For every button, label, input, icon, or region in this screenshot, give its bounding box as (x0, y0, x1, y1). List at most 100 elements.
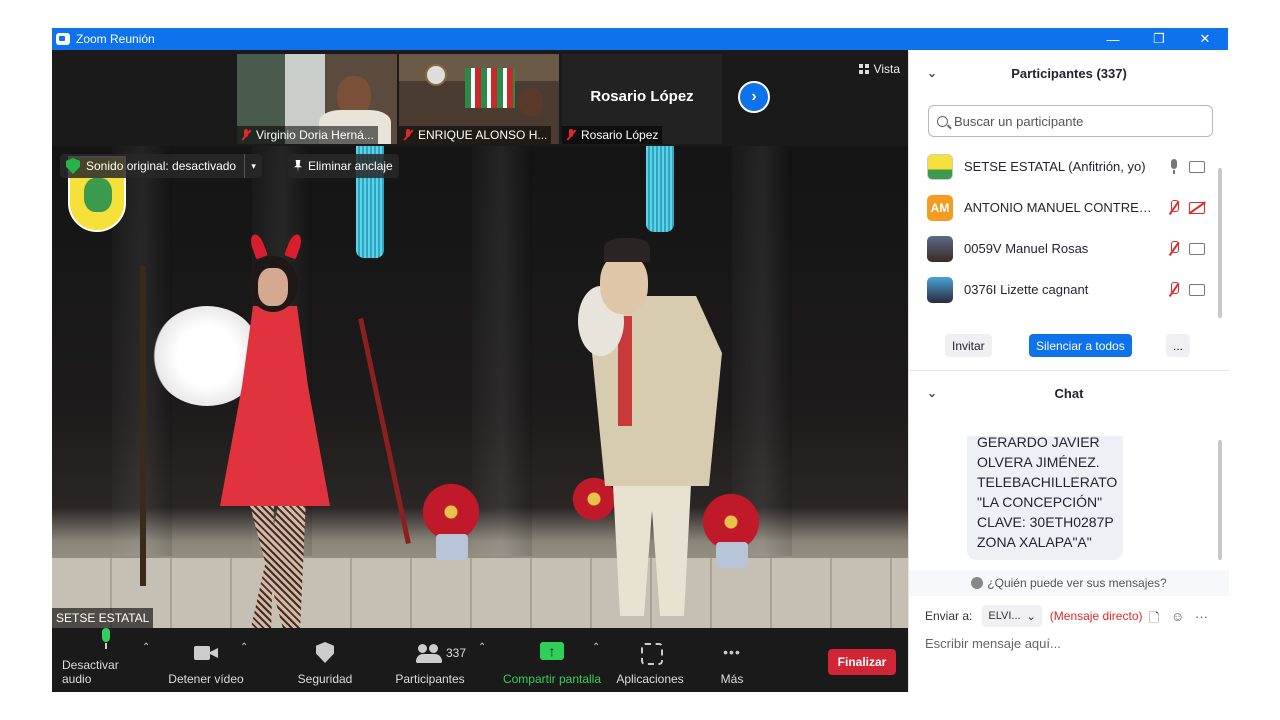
security-button[interactable]: Seguridad (292, 628, 358, 692)
grid-icon (858, 64, 869, 74)
participant-name: SETSE ESTATAL (Anfitrión, yo) (964, 159, 1146, 174)
participant-name: Rosario López (581, 128, 659, 142)
file-icon[interactable]: 🗋 (1149, 609, 1159, 631)
participant-name: 0059V Manuel Rosas (964, 241, 1089, 256)
participant-row[interactable]: SETSE ESTATAL (Anfitrión, yo) (909, 146, 1219, 187)
pin-icon (294, 160, 302, 172)
poinsettia-plant (416, 482, 486, 542)
avatar (927, 276, 953, 303)
recipient-select[interactable]: ELVI... ⌄ (982, 605, 1042, 627)
minimize-icon[interactable]: — (1090, 28, 1136, 50)
participant-display-name: Rosario López (590, 88, 694, 105)
avatar (927, 235, 953, 262)
video-camera-icon[interactable] (1189, 161, 1205, 173)
unpin-label: Eliminar anclaje (308, 159, 393, 173)
participants-button[interactable]: Participantes (392, 628, 468, 692)
participant-row[interactable]: AM ANTONIO MANUEL CONTRER... (909, 187, 1219, 228)
participant-name-bar: ENRIQUE ALONSO H... (399, 126, 552, 144)
security-check-icon (66, 158, 80, 174)
tinsel-decoration (646, 146, 674, 232)
chat-message-bubble: GERARDO JAVIER OLVERA JIMÉNEZ. TELEBACHI… (967, 436, 1123, 560)
mute-all-button[interactable]: Silenciar a todos (1029, 334, 1132, 357)
participants-title: Participantes (337) (1011, 65, 1127, 81)
search-icon (937, 115, 948, 127)
gallery-strip: Virginio Doria Herná... ENRIQUE ALONSO H… (52, 50, 908, 145)
meeting-stage: Virginio Doria Herná... ENRIQUE ALONSO H… (52, 50, 908, 692)
participant-row[interactable]: 0059V Manuel Rosas (909, 228, 1219, 269)
participant-row[interactable]: 0376I Lizette cagnant (909, 269, 1219, 310)
participant-tile[interactable]: ENRIQUE ALONSO H... (399, 54, 559, 144)
unpin-button[interactable]: Eliminar anclaje (288, 154, 399, 178)
chat-messages: GERARDO JAVIER OLVERA JIMÉNEZ. TELEBACHI… (909, 436, 1229, 571)
participants-more-button[interactable]: ... (1166, 334, 1190, 357)
audio-options-caret-icon[interactable]: ⌃ (142, 642, 150, 653)
toolbar-label: Desactivar audio (62, 658, 119, 686)
chevron-down-icon[interactable]: ▾ (244, 154, 262, 178)
window-title: Zoom Reunión (76, 32, 155, 46)
participant-tile[interactable]: Virginio Doria Herná... (237, 54, 397, 144)
meeting-toolbar: Desactivar audio ⌃ Detener vídeo ⌃ Segur… (52, 628, 908, 692)
participant-count: 337 (446, 646, 467, 660)
chevron-down-icon[interactable]: ⌄ (927, 66, 937, 80)
toolbar-label: Compartir pantalla (502, 672, 602, 686)
chevron-down-icon[interactable]: ⌄ (927, 386, 937, 400)
shield-icon (313, 642, 337, 664)
mute-audio-button[interactable]: Desactivar audio (62, 628, 150, 692)
stop-video-button[interactable]: Detener vídeo (168, 628, 244, 692)
toolbar-label: Seguridad (297, 672, 353, 686)
zoom-logo-icon (56, 33, 70, 45)
restore-icon[interactable]: ❐ (1136, 28, 1182, 50)
chat-message-input[interactable]: Escribir mensaje aquí... (925, 636, 1215, 656)
divider (909, 370, 1229, 371)
more-icon (720, 642, 744, 664)
share-options-caret-icon[interactable]: ⌃ (592, 642, 600, 653)
video-options-caret-icon[interactable]: ⌃ (240, 642, 248, 653)
flag-decoration (465, 68, 515, 108)
who-can-see-label: ¿Quién puede ver sus mensajes? (987, 576, 1167, 590)
toolbar-label: Aplicaciones (616, 672, 684, 686)
avatar (927, 153, 953, 180)
video-camera-icon[interactable] (1189, 243, 1205, 255)
participant-tile[interactable]: Rosario López Rosario López (562, 54, 722, 144)
window-controls: — ❐ ✕ (1090, 28, 1228, 50)
participant-name: ANTONIO MANUEL CONTRER... (964, 200, 1154, 215)
title-bar: Zoom Reunión — ❐ ✕ (52, 28, 1228, 50)
participant-list: SETSE ESTATAL (Anfitrión, yo) AM ANTONIO… (909, 146, 1219, 316)
apps-button[interactable]: Aplicaciones (614, 628, 686, 692)
next-page-button[interactable]: › (738, 81, 770, 113)
participants-options-caret-icon[interactable]: ⌃ (478, 642, 486, 653)
microphone-icon[interactable] (1167, 159, 1181, 175)
participant-search-input[interactable]: Buscar un participante (928, 105, 1213, 137)
mic-muted-icon (241, 129, 251, 141)
close-icon[interactable]: ✕ (1182, 28, 1228, 50)
plant-pot (716, 542, 748, 568)
more-icon[interactable]: ··· (1195, 609, 1208, 624)
clock-decoration (425, 64, 447, 86)
main-video[interactable]: Sonido original: desactivado ▾ Eliminar … (52, 146, 908, 628)
emoji-icon[interactable]: ☺ (1171, 609, 1184, 624)
person-icon (971, 577, 984, 589)
video-camera-off-icon[interactable] (1189, 202, 1205, 214)
toolbar-label: Más (720, 672, 744, 686)
plant-pot (436, 534, 468, 560)
original-sound-toggle[interactable]: Sonido original: desactivado ▾ (60, 154, 263, 178)
chevron-down-icon: ⌄ (1026, 610, 1036, 623)
curtain (472, 146, 532, 556)
view-button[interactable]: Vista (858, 62, 900, 76)
participant-name-bar: Virginio Doria Herná... (237, 126, 378, 144)
microphone-muted-icon[interactable] (1167, 200, 1181, 216)
end-meeting-button[interactable]: Finalizar (828, 649, 896, 675)
participant-list-scrollbar[interactable] (1218, 168, 1222, 318)
microphone-muted-icon[interactable] (1167, 282, 1181, 298)
more-button[interactable]: Más (712, 628, 752, 692)
video-camera-icon[interactable] (1189, 284, 1205, 296)
participant-name: Virginio Doria Herná... (256, 128, 374, 142)
speaker-name-label: SETSE ESTATAL (52, 608, 154, 628)
share-screen-button[interactable]: Compartir pantalla (500, 628, 604, 692)
chat-scrollbar[interactable] (1218, 440, 1222, 560)
performer-hat (604, 238, 650, 262)
microphone-muted-icon[interactable] (1167, 241, 1181, 257)
who-can-see-link[interactable]: ¿Quién puede ver sus mensajes? (909, 570, 1229, 596)
invite-button[interactable]: Invitar (945, 334, 992, 357)
microphone-icon (94, 628, 118, 650)
